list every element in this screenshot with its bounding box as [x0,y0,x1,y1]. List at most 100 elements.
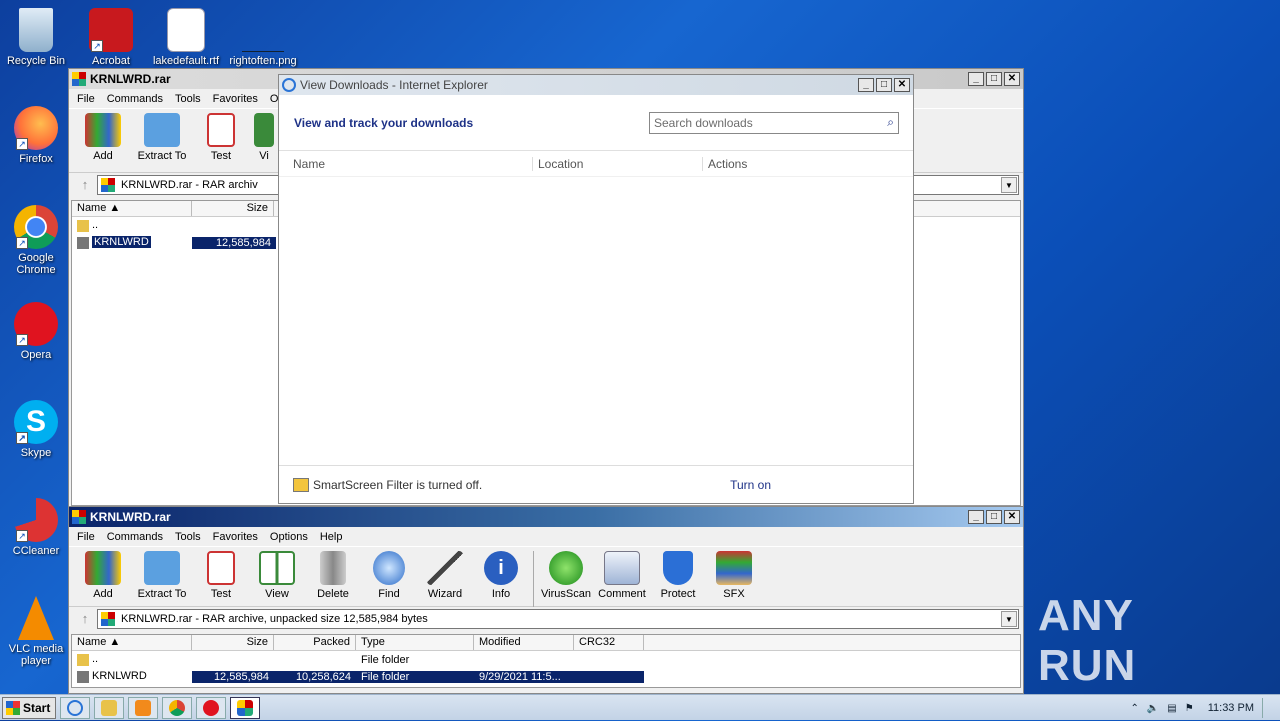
taskbar-winrar[interactable] [230,696,260,719]
extract-to-button[interactable]: Extract To [131,551,193,600]
menu-favorites[interactable]: Favorites [207,93,264,105]
network-icon[interactable]: ▤ [1167,703,1176,714]
column-size[interactable]: Size [192,635,274,650]
add-button[interactable]: Add [75,113,131,162]
delete-button[interactable]: Delete [305,551,361,600]
test-button[interactable]: Test [193,113,249,162]
desktop-icon-skype[interactable]: S ↗ Skype [1,400,71,459]
menu-options[interactable]: Options [264,531,314,543]
menu-commands[interactable]: Commands [101,531,169,543]
protect-button[interactable]: Protect [650,551,706,600]
taskbar: Start ⌃ 🔈 ▤ ⚑ 11:33 PM [0,694,1280,720]
desktop-icon-recycle-bin[interactable]: Recycle Bin [1,8,71,67]
taskbar-opera[interactable] [196,696,226,719]
list-item[interactable]: KRNLWRD 12,585,984 10,258,624 File folde… [72,668,1020,685]
column-actions[interactable]: Actions [703,157,747,171]
add-icon [85,113,121,147]
search-icon[interactable]: ⌕ [887,115,898,130]
up-arrow-icon[interactable]: ↑ [73,611,97,626]
winrar-icon [237,699,253,716]
search-downloads-box[interactable]: Search downloads ⌕ [649,111,899,134]
column-name[interactable]: Name ▲ [72,635,192,650]
desktop-icon-acrobat[interactable]: ↗ Acrobat [76,8,146,67]
turn-on-link[interactable]: Turn on [730,478,771,492]
wizard-button[interactable]: Wizard [417,551,473,600]
taskbar-ie[interactable] [60,696,90,719]
sfx-icon [716,551,752,585]
skype-icon: S ↗ [14,400,58,444]
comment-button[interactable]: Comment [594,551,650,600]
internet-explorer-icon [67,699,83,716]
info-button[interactable]: i Info [473,551,529,600]
list-item[interactable]: .. File folder [72,651,1020,668]
close-button[interactable]: ✕ [1004,72,1020,86]
column-packed[interactable]: Packed [274,635,356,650]
trash-icon [320,551,346,585]
recycle-bin-icon [19,8,53,52]
winrar-window-front[interactable]: KRNLWRD.rar _ □ ✕ File Commands Tools Fa… [68,506,1024,694]
menu-tools[interactable]: Tools [169,531,207,543]
acrobat-icon: ↗ [89,8,133,52]
up-arrow-icon[interactable]: ↑ [73,177,97,192]
test-button[interactable]: Test [193,551,249,600]
menu-help[interactable]: Help [314,531,349,543]
taskbar-explorer[interactable] [94,696,124,719]
column-name[interactable]: Name [279,156,533,171]
menu-tools[interactable]: Tools [169,93,207,105]
winrar-front-file-list[interactable]: Name ▲ Size Packed Type Modified CRC32 .… [71,634,1021,688]
desktop-icon-vlc[interactable]: VLC media player [1,596,71,667]
close-button[interactable]: ✕ [894,78,910,92]
minimize-button[interactable]: _ [858,78,874,92]
virusscan-button[interactable]: VirusScan [538,551,594,600]
chevron-down-icon[interactable]: ▼ [1001,610,1017,627]
desktop-icon-ccleaner[interactable]: ↗ CCleaner [1,498,71,557]
taskbar-chrome[interactable] [162,696,192,719]
column-name[interactable]: Name ▲ [72,201,192,216]
add-button[interactable]: Add [75,551,131,600]
column-modified[interactable]: Modified [474,635,574,650]
view-button[interactable]: Vi [249,113,279,162]
column-crc32[interactable]: CRC32 [574,635,644,650]
maximize-button[interactable]: □ [986,72,1002,86]
find-button[interactable]: Find [361,551,417,600]
desktop-icon-google-chrome[interactable]: ↗ Google Chrome [1,205,71,276]
opera-icon [203,699,219,716]
extract-to-button[interactable]: Extract To [131,113,193,162]
desktop-icon-opera[interactable]: ↗ Opera [1,302,71,361]
minimize-button[interactable]: _ [968,72,984,86]
ie-titlebar[interactable]: View Downloads - Internet Explorer _ □ ✕ [279,75,913,95]
path-dropdown[interactable]: KRNLWRD.rar - RAR archive, unpacked size… [97,608,1019,629]
vlc-icon [18,596,54,640]
taskbar-media-player[interactable] [128,696,158,719]
folder-icon [77,236,89,249]
rar-icon [101,177,115,192]
menu-file[interactable]: File [71,93,101,105]
menu-commands[interactable]: Commands [101,93,169,105]
desktop-icon-firefox[interactable]: ↗ Firefox [1,106,71,165]
menu-file[interactable]: File [71,531,101,543]
desktop-icon-rightoften[interactable]: rightoften.png [228,8,298,67]
view-button[interactable]: View [249,551,305,600]
sfx-button[interactable]: SFX [706,551,762,600]
start-button[interactable]: Start [2,696,56,719]
action-center-flag-icon[interactable]: ⚑ [1185,703,1194,714]
column-size[interactable]: Size [192,201,274,216]
volume-icon[interactable]: 🔈 [1147,703,1159,714]
close-button[interactable]: ✕ [1004,510,1020,524]
maximize-button[interactable]: □ [986,510,1002,524]
show-desktop-button[interactable] [1262,698,1274,718]
desktop-icon-lakedefault[interactable]: lakedefault.rtf [151,8,221,67]
word-document-icon [167,8,205,52]
menu-favorites[interactable]: Favorites [207,531,264,543]
column-type[interactable]: Type [356,635,474,650]
winrar-front-titlebar[interactable]: KRNLWRD.rar _ □ ✕ [69,507,1023,527]
column-location[interactable]: Location [533,156,703,171]
test-icon [207,551,235,585]
media-player-icon [135,699,151,716]
minimize-button[interactable]: _ [968,510,984,524]
clock[interactable]: 11:33 PM [1208,702,1254,714]
chevron-down-icon[interactable]: ▼ [1001,176,1017,193]
maximize-button[interactable]: □ [876,78,892,92]
show-hidden-icons-icon[interactable]: ⌃ [1130,703,1138,714]
ie-downloads-window[interactable]: View Downloads - Internet Explorer _ □ ✕… [278,74,914,504]
